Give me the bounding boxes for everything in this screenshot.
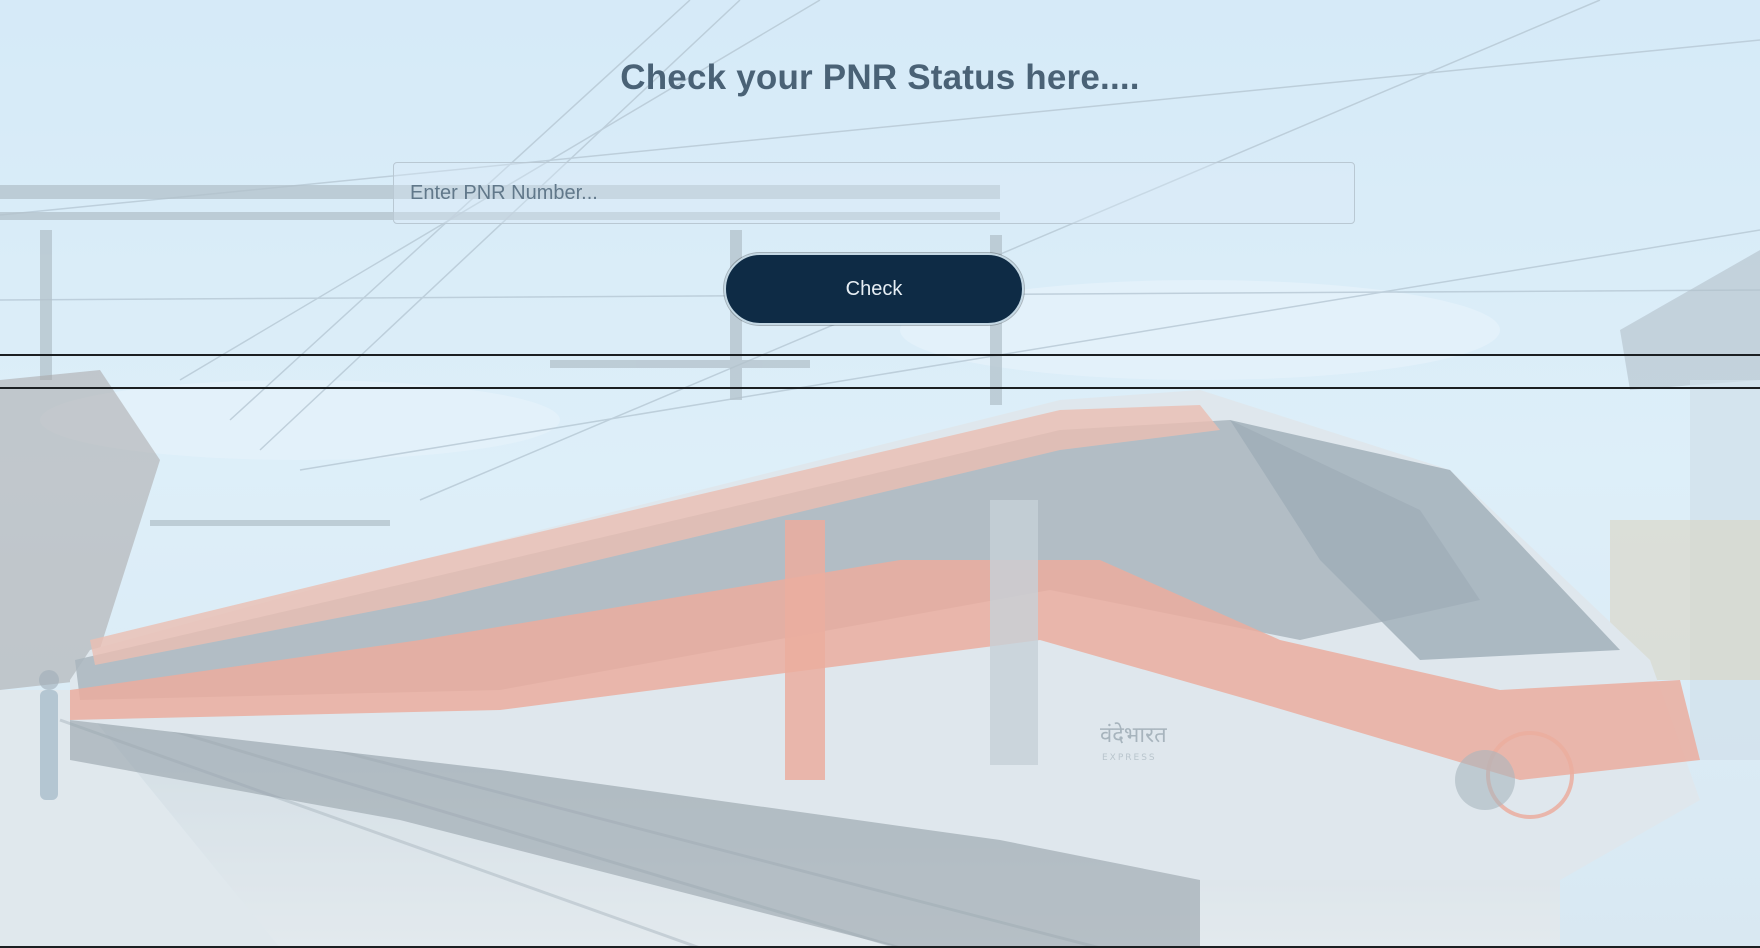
horizontal-divider-top: [0, 354, 1760, 356]
pnr-number-input[interactable]: [393, 162, 1355, 224]
background-overlay: [0, 0, 1760, 948]
pnr-status-page: वंदेभारत EXPRESS Check your PNR Status h…: [0, 0, 1760, 948]
page-title: Check your PNR Status here....: [620, 58, 1140, 97]
check-button[interactable]: Check: [724, 253, 1024, 325]
horizontal-divider-bottom: [0, 387, 1760, 389]
